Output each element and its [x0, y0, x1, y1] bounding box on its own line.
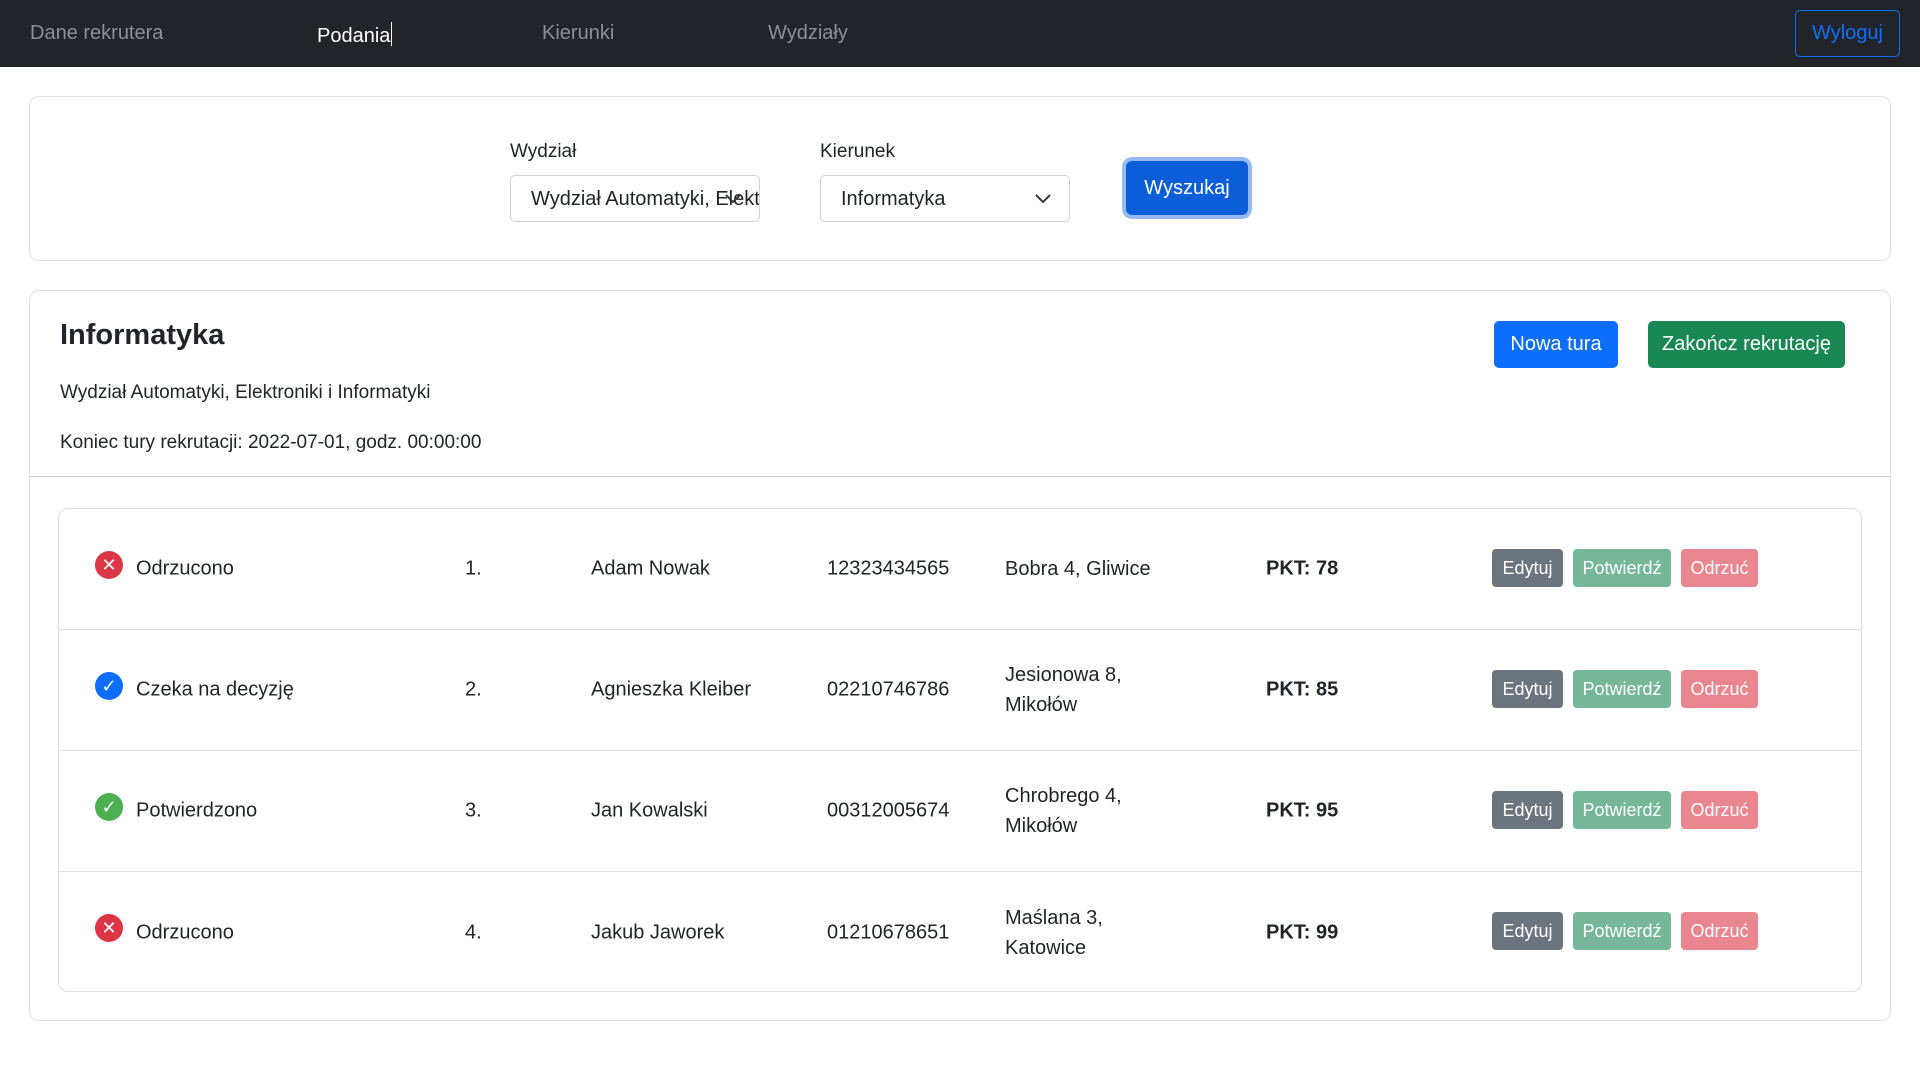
confirm-button[interactable]: Potwierdź [1573, 791, 1671, 829]
status-text: Potwierdzono [136, 799, 258, 822]
applicant-name: Adam Nowak [591, 557, 710, 580]
major-select-value: Informatyka [841, 188, 946, 210]
address-line-2: Mikołów [1005, 694, 1078, 716]
faculty-name: Wydział Automatyki, Elektroniki i Inform… [60, 382, 431, 403]
edit-button[interactable]: Edytuj [1492, 549, 1563, 587]
major-label: Kierunek [820, 141, 895, 162]
search-button[interactable]: Wyszukaj [1126, 161, 1248, 215]
row-number: 4. [465, 921, 482, 943]
applicant-address: Maślana 3, Katowice [1005, 903, 1103, 963]
top-navbar: Dane rekrutera Podania Kierunki Wydziały… [0, 0, 1920, 67]
applicant-address: Bobra 4, Gliwice [1005, 554, 1151, 584]
applicant-points: PKT: 95 [1266, 799, 1339, 822]
address-line-2: Katowice [1005, 936, 1087, 959]
application-row: ✓ Potwierdzono 3. Jan Kowalski 003120056… [59, 751, 1861, 872]
divider [30, 476, 1890, 477]
confirm-button[interactable]: Potwierdź [1573, 912, 1671, 950]
faculty-label: Wydział [510, 141, 577, 162]
text-cursor [391, 22, 393, 46]
finish-recruitment-button[interactable]: Zakończ rekrutację [1648, 321, 1845, 368]
applicant-pesel: 01210678651 [827, 921, 950, 943]
new-round-button[interactable]: Nowa tura [1494, 321, 1618, 368]
nav-link-applications-label: Podania [317, 25, 391, 47]
status-text: Odrzucono [136, 557, 234, 580]
address-line-2: Mikołów [1005, 815, 1078, 837]
applicant-pesel: 12323434565 [827, 557, 950, 580]
round-end-info: Koniec tury rekrutacji: 2022-07-01, godz… [60, 432, 482, 453]
address-line-1: Jesionowa 8, [1005, 664, 1122, 686]
chevron-down-icon [1035, 194, 1051, 204]
confirm-button[interactable]: Potwierdź [1573, 670, 1671, 708]
major-select[interactable]: Informatyka [820, 175, 1070, 222]
edit-button[interactable]: Edytuj [1492, 670, 1563, 708]
chevron-down-icon [725, 194, 741, 204]
applicant-name: Jakub Jaworek [591, 921, 725, 943]
applicant-address: Chrobrego 4, Mikołów [1005, 781, 1122, 841]
address-line-1: Chrobrego 4, [1005, 785, 1122, 807]
confirm-button[interactable]: Potwierdź [1573, 549, 1671, 587]
status-text: Czeka na decyzję [136, 678, 294, 701]
application-row: ✕ Odrzucono 1. Adam Nowak 12323434565 Bo… [59, 509, 1861, 630]
application-row: ✕ Odrzucono 4. Jakub Jaworek 01210678651… [59, 872, 1861, 991]
edit-button[interactable]: Edytuj [1492, 791, 1563, 829]
row-number: 2. [465, 678, 482, 701]
nav-link-recruiter-data[interactable]: Dane rekrutera [30, 22, 163, 45]
row-number: 3. [465, 799, 482, 822]
applicant-pesel: 02210746786 [827, 678, 950, 701]
nav-link-faculties[interactable]: Wydziały [768, 22, 848, 45]
nav-link-majors[interactable]: Kierunki [542, 22, 614, 45]
reject-button[interactable]: Odrzuć [1681, 912, 1758, 950]
nav-link-applications[interactable]: Podania [317, 22, 393, 48]
applicant-pesel: 00312005674 [827, 799, 950, 822]
applications-list: ✕ Odrzucono 1. Adam Nowak 12323434565 Bo… [58, 508, 1862, 992]
applicant-points: PKT: 78 [1266, 557, 1339, 580]
reject-button[interactable]: Odrzuć [1681, 549, 1758, 587]
applicant-name: Jan Kowalski [591, 799, 708, 822]
major-title: Informatyka [60, 319, 225, 351]
status-text: Odrzucono [136, 921, 234, 943]
x-circle-icon: ✕ [95, 551, 123, 579]
reject-button[interactable]: Odrzuć [1681, 670, 1758, 708]
x-circle-icon: ✕ [95, 914, 123, 942]
reject-button[interactable]: Odrzuć [1681, 791, 1758, 829]
application-row: ✓ Czeka na decyzję 2. Agnieszka Kleiber … [59, 630, 1861, 751]
address-line-1: Bobra 4, Gliwice [1005, 558, 1151, 580]
row-number: 1. [465, 557, 482, 580]
check-circle-icon: ✓ [95, 672, 123, 700]
address-line-1: Maślana 3, [1005, 906, 1103, 929]
edit-button[interactable]: Edytuj [1492, 912, 1563, 950]
applicant-points: PKT: 85 [1266, 678, 1339, 701]
logout-button[interactable]: Wyloguj [1795, 10, 1900, 57]
faculty-select[interactable]: Wydział Automatyki, Elektroniki i Inform… [510, 175, 760, 222]
check-circle-icon: ✓ [95, 793, 123, 821]
applicant-address: Jesionowa 8, Mikołów [1005, 660, 1122, 720]
applicant-points: PKT: 99 [1266, 921, 1339, 943]
applicant-name: Agnieszka Kleiber [591, 678, 752, 701]
